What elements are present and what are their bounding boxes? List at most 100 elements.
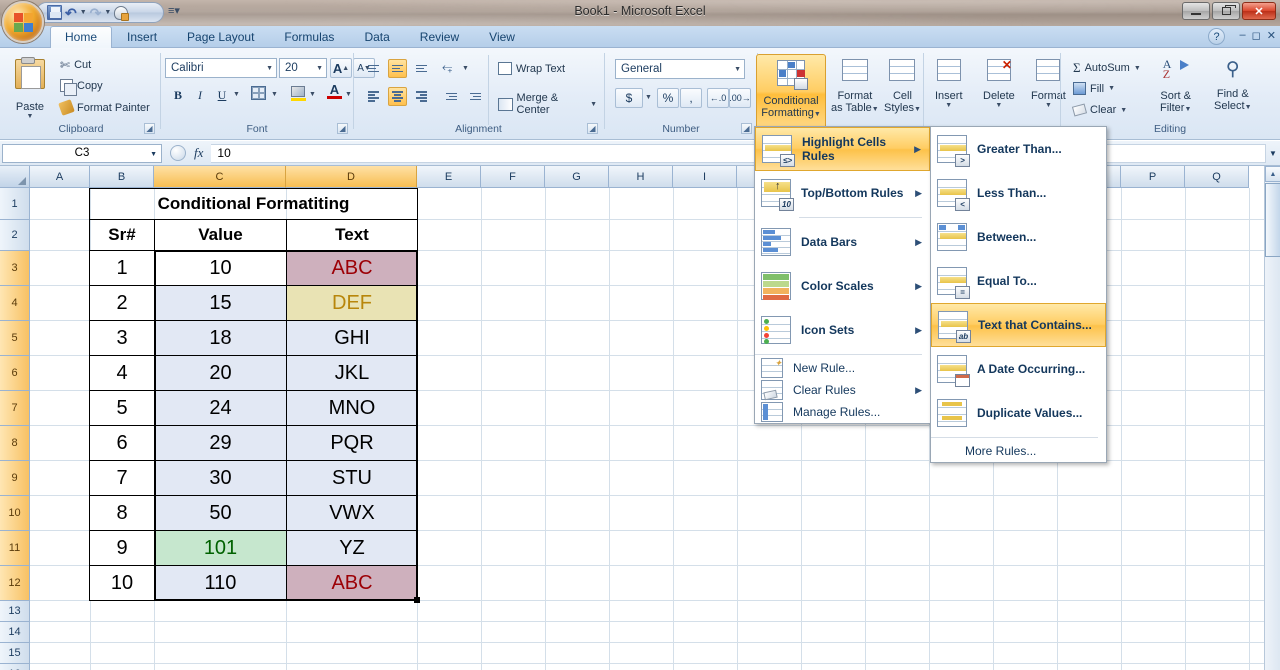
row-header-6[interactable]: 6 bbox=[0, 356, 30, 391]
row-header-3[interactable]: 3 bbox=[0, 251, 30, 286]
increase-decimal-icon[interactable]: ←.0 bbox=[707, 88, 729, 108]
doc-restore-icon[interactable]: ◻ bbox=[1252, 29, 1261, 42]
print-preview-icon[interactable] bbox=[114, 6, 128, 20]
name-box[interactable]: C3 ▼ bbox=[2, 144, 162, 163]
customize-qat-icon[interactable]: ≡▾ bbox=[168, 4, 180, 17]
row-header-9[interactable]: 9 bbox=[0, 461, 30, 496]
fill-color-button[interactable] bbox=[291, 86, 306, 101]
wrap-text-button[interactable]: Wrap Text bbox=[494, 60, 569, 77]
fill-button[interactable]: Fill ▼ bbox=[1069, 80, 1119, 97]
delete-cells-button[interactable]: ✕ Delete ▼ bbox=[982, 58, 1016, 110]
copy-button[interactable]: Copy bbox=[56, 77, 107, 94]
row-header-14[interactable]: 14 bbox=[0, 622, 30, 643]
formula-input[interactable]: 10 bbox=[211, 144, 1266, 163]
sort-filter-button[interactable]: A Z Sort & Filter▼ bbox=[1159, 58, 1192, 117]
decrease-indent-icon[interactable] bbox=[442, 87, 461, 106]
menu-item-manage-rules[interactable]: Manage Rules... bbox=[755, 401, 930, 423]
format-dropdown-icon[interactable]: ▼ bbox=[1045, 102, 1052, 109]
doc-minimize-icon[interactable]: – bbox=[1240, 29, 1246, 42]
fill-dropdown-icon[interactable]: ▼ bbox=[1108, 85, 1115, 92]
tab-page-layout[interactable]: Page Layout bbox=[172, 26, 269, 48]
insert-dropdown-icon[interactable]: ▼ bbox=[945, 102, 952, 109]
number-format-combo[interactable]: General ▼ bbox=[615, 59, 745, 79]
save-icon[interactable] bbox=[47, 5, 62, 20]
align-top-button[interactable] bbox=[364, 59, 383, 78]
col-header-B[interactable]: B bbox=[90, 166, 154, 188]
col-header-C[interactable]: C bbox=[154, 166, 286, 188]
font-name-combo[interactable]: Calibri ▼ bbox=[165, 58, 277, 78]
cell-styles-button[interactable]: Cell Styles▼ bbox=[883, 58, 922, 117]
format-painter-button[interactable]: Format Painter bbox=[56, 99, 154, 116]
insert-function-icon[interactable]: fx bbox=[194, 145, 203, 161]
col-header-D[interactable]: D bbox=[286, 166, 417, 188]
row-header-8[interactable]: 8 bbox=[0, 426, 30, 461]
row-header-4[interactable]: 4 bbox=[0, 286, 30, 321]
undo-icon[interactable]: ↶ bbox=[65, 6, 77, 20]
row-header-12[interactable]: 12 bbox=[0, 566, 30, 601]
col-header-E[interactable]: E bbox=[417, 166, 481, 188]
align-middle-button[interactable] bbox=[388, 59, 407, 78]
merge-center-dropdown-icon[interactable]: ▼ bbox=[590, 101, 597, 108]
alignment-dialog-launcher[interactable]: ◢ bbox=[587, 123, 598, 134]
tab-data[interactable]: Data bbox=[349, 26, 404, 48]
tab-insert[interactable]: Insert bbox=[112, 26, 172, 48]
vertical-scrollbar[interactable]: ▲ bbox=[1264, 166, 1280, 670]
scrollbar-thumb[interactable] bbox=[1265, 183, 1280, 257]
row-header-15[interactable]: 15 bbox=[0, 643, 30, 664]
bold-button[interactable]: B bbox=[168, 85, 188, 105]
paste-dropdown-icon[interactable]: ▼ bbox=[27, 113, 34, 120]
tab-home[interactable]: Home bbox=[50, 26, 112, 49]
cut-button[interactable]: ✄ Cut bbox=[56, 56, 95, 74]
menu-item-icon-sets[interactable]: Icon Sets ▶ bbox=[755, 308, 930, 352]
menu-item-new-rule[interactable]: ✦ New Rule... bbox=[755, 357, 930, 379]
help-icon[interactable]: ? bbox=[1208, 28, 1225, 45]
clipboard-dialog-launcher[interactable]: ◢ bbox=[144, 123, 155, 134]
grow-font-button[interactable]: A▲ bbox=[330, 58, 352, 78]
format-as-table-button[interactable]: Format as Table▼ bbox=[830, 58, 880, 117]
number-dialog-launcher[interactable]: ◢ bbox=[741, 123, 752, 134]
orientation-icon[interactable]: ⥆ bbox=[442, 59, 462, 78]
close-button[interactable]: ✕ bbox=[1242, 2, 1276, 20]
percent-style-button[interactable]: % bbox=[657, 88, 679, 108]
col-header-F[interactable]: F bbox=[481, 166, 545, 188]
tab-view[interactable]: View bbox=[474, 26, 530, 48]
menu-item-between[interactable]: Between... bbox=[931, 215, 1106, 259]
italic-button[interactable]: I bbox=[190, 85, 210, 105]
borders-button[interactable] bbox=[251, 86, 266, 100]
font-color-button[interactable]: A bbox=[327, 84, 342, 99]
scroll-up-icon[interactable]: ▲ bbox=[1265, 166, 1280, 182]
row-header-13[interactable]: 13 bbox=[0, 601, 30, 622]
row-header-7[interactable]: 7 bbox=[0, 391, 30, 426]
insert-cells-button[interactable]: Insert ▼ bbox=[934, 58, 964, 110]
underline-dropdown-icon[interactable]: ▼ bbox=[233, 91, 240, 98]
menu-item-less-than[interactable]: < Less Than... bbox=[931, 171, 1106, 215]
menu-item-data-bars[interactable]: Data Bars ▶ bbox=[755, 220, 930, 264]
clear-dropdown-icon[interactable]: ▼ bbox=[1120, 107, 1127, 114]
underline-button[interactable]: U bbox=[212, 85, 232, 105]
col-header-Q[interactable]: Q bbox=[1185, 166, 1249, 188]
decrease-decimal-icon[interactable]: .00→ bbox=[729, 88, 751, 108]
orientation-dropdown-icon[interactable]: ▼ bbox=[462, 65, 469, 72]
menu-item-equal-to[interactable]: = Equal To... bbox=[931, 259, 1106, 303]
borders-dropdown-icon[interactable]: ▼ bbox=[271, 91, 278, 98]
tab-review[interactable]: Review bbox=[405, 26, 474, 48]
align-right-button[interactable] bbox=[412, 87, 431, 106]
align-left-button[interactable] bbox=[364, 87, 383, 106]
menu-item-duplicate-values[interactable]: Duplicate Values... bbox=[931, 391, 1106, 435]
find-select-button[interactable]: ⚲ Find & Select▼ bbox=[1213, 58, 1253, 115]
increase-indent-icon[interactable] bbox=[466, 87, 485, 106]
delete-dropdown-icon[interactable]: ▼ bbox=[995, 102, 1002, 109]
format-cells-button[interactable]: Format ▼ bbox=[1030, 58, 1067, 110]
redo-icon[interactable]: ↷ bbox=[90, 6, 102, 20]
office-button[interactable] bbox=[2, 1, 44, 43]
fill-handle[interactable] bbox=[414, 597, 420, 603]
col-header-G[interactable]: G bbox=[545, 166, 609, 188]
col-header-H[interactable]: H bbox=[609, 166, 673, 188]
clear-button[interactable]: Clear ▼ bbox=[1069, 102, 1131, 118]
row-header-16[interactable]: 16 bbox=[0, 664, 30, 670]
comma-style-button[interactable]: , bbox=[680, 88, 702, 108]
autosum-button[interactable]: Σ AutoSum ▼ bbox=[1069, 58, 1145, 78]
minimize-button[interactable] bbox=[1182, 2, 1210, 20]
menu-item-more-rules[interactable]: More Rules... bbox=[931, 440, 1106, 462]
cancel-enter-icon[interactable] bbox=[170, 145, 186, 161]
